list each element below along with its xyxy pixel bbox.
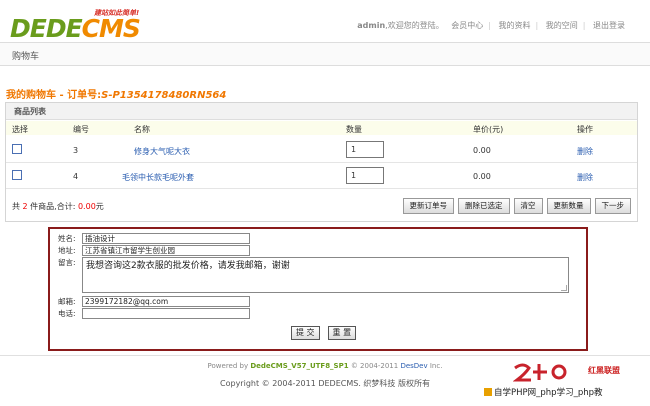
goods-list-panel: 商品列表 选择 编号 名称 数量 单价(元) 操作 3 修身大气呢大衣 1 0.… [5,102,638,222]
powered-mid: © 2004-2011 [348,362,401,370]
delete-selected-button[interactable]: 删除已选定 [458,198,510,214]
footer-divider [0,355,650,356]
watermark-brand: 红黑联盟 [588,366,620,375]
row-id: 4 [73,172,79,181]
cart-total: 0.00 [77,202,96,211]
email-label: 邮箱: [58,297,76,306]
update-quantity-button[interactable]: 更新数量 [546,198,591,214]
welcome-text: ,欢迎您的登陆。 [385,21,444,30]
breadcrumb: 购物车 [12,52,40,62]
product-link[interactable]: 修身大气呢大衣 [134,146,190,157]
message-text: 我想咨询这2款衣服的批发价格，请发我邮箱，谢谢 [86,261,290,271]
submit-button[interactable]: 提 交 [291,326,320,340]
delete-link[interactable]: 删除 [577,146,593,157]
order-form: 姓名: 插油设计 地址: 江苏省镇江市留学生创业园 留言: 我想咨询这2款衣服的… [48,227,588,351]
summary-prefix: 共 [12,202,23,211]
table-header: 选择 编号 名称 数量 单价(元) 操作 [6,121,637,135]
nav-logout[interactable]: 退出登录 [593,21,625,30]
form-actions: 提 交 重 置 [291,326,357,340]
summary-suffix: 元 [95,202,104,211]
row-checkbox[interactable] [12,144,22,154]
quantity-input[interactable]: 1 [346,141,384,158]
order-number: S-P1354178480RN564 [101,90,227,101]
col-id: 编号 [73,125,89,134]
cart-title: 我的购物车 - 订单号:S-P1354178480RN564 [6,86,226,101]
cart-summary: 共 2 件商品,合计: 0.00元 [12,201,104,212]
message-label: 留言: [58,258,76,267]
resize-grip-icon[interactable] [561,285,567,291]
row-price: 0.00 [473,172,491,181]
reset-button[interactable]: 重 置 [327,326,357,340]
watermark-bar: 自学PHP网_php学习_php教 [484,384,650,402]
delete-link[interactable]: 删除 [577,172,593,183]
logo-dede: DEDE [10,14,83,43]
watermark-square-icon [484,388,492,396]
powered-product-link[interactable]: DedeCMS_V57_UTF8_SP1 [250,362,348,370]
phone-label: 电话: [58,309,76,318]
phone-field[interactable] [82,308,250,319]
nav-my-profile[interactable]: 我的资料 [499,21,531,30]
powered-company-link[interactable]: DesDev [400,362,427,370]
logo-text: DEDECMS [10,14,141,43]
nav-separator: | [535,21,539,30]
logo-cms: CMS [81,14,141,43]
update-order-button[interactable]: 更新订单号 [402,198,454,214]
nav-separator: | [582,21,586,30]
table-row: 3 修身大气呢大衣 1 0.00 删除 [6,137,637,163]
name-field[interactable]: 插油设计 [82,233,250,244]
col-action: 操作 [577,125,593,134]
goods-list-title: 商品列表 [6,103,637,120]
powered-prefix: Powered by [207,362,251,370]
row-checkbox[interactable] [12,170,22,180]
cart-title-label: 我的购物车 - 订单号: [6,90,102,101]
nav-member-center[interactable]: 会员中心 [451,21,483,30]
name-label: 姓名: [58,234,76,243]
next-step-button[interactable]: 下一步 [594,198,631,214]
summary-mid: 件商品,合计: [27,202,78,211]
table-row: 4 毛领中长款毛呢外套 1 0.00 删除 [6,163,637,189]
nav-separator: | [488,21,491,30]
site-header: 建站如此简单! DEDECMS admin,欢迎您的登陆。 会员中心 | 我的资料… [0,0,650,43]
email-field[interactable]: 2399172182@qq.com [82,296,250,307]
cart-actions: 更新订单号 删除已选定 清空 更新数量 下一步 [402,198,631,214]
clear-cart-button[interactable]: 清空 [513,198,543,214]
col-select: 选择 [12,125,28,134]
address-field[interactable]: 江苏省镇江市留学生创业园 [82,245,250,256]
row-price: 0.00 [473,146,491,155]
row-id: 3 [73,146,79,155]
address-label: 地址: [58,246,76,255]
username: admin [357,21,386,30]
breadcrumb-bar: 购物车 [0,42,650,66]
top-nav: admin,欢迎您的登陆。 会员中心 | 我的资料 | 我的空间 | 退出登录 [357,20,630,31]
col-name: 名称 [134,125,150,134]
product-link[interactable]: 毛领中长款毛呢外套 [122,172,194,183]
col-qty: 数量 [346,125,362,134]
message-textarea[interactable]: 我想咨询这2款衣服的批发价格，请发我邮箱，谢谢 [82,257,569,293]
dedecms-logo[interactable]: 建站如此简单! DEDECMS [10,8,160,43]
quantity-input[interactable]: 1 [346,167,384,184]
nav-my-space[interactable]: 我的空间 [546,21,578,30]
watermark-text: 自学PHP网_php学习_php教 [494,388,603,398]
col-price: 单价(元) [473,125,504,134]
powered-suffix: Inc. [427,362,443,370]
